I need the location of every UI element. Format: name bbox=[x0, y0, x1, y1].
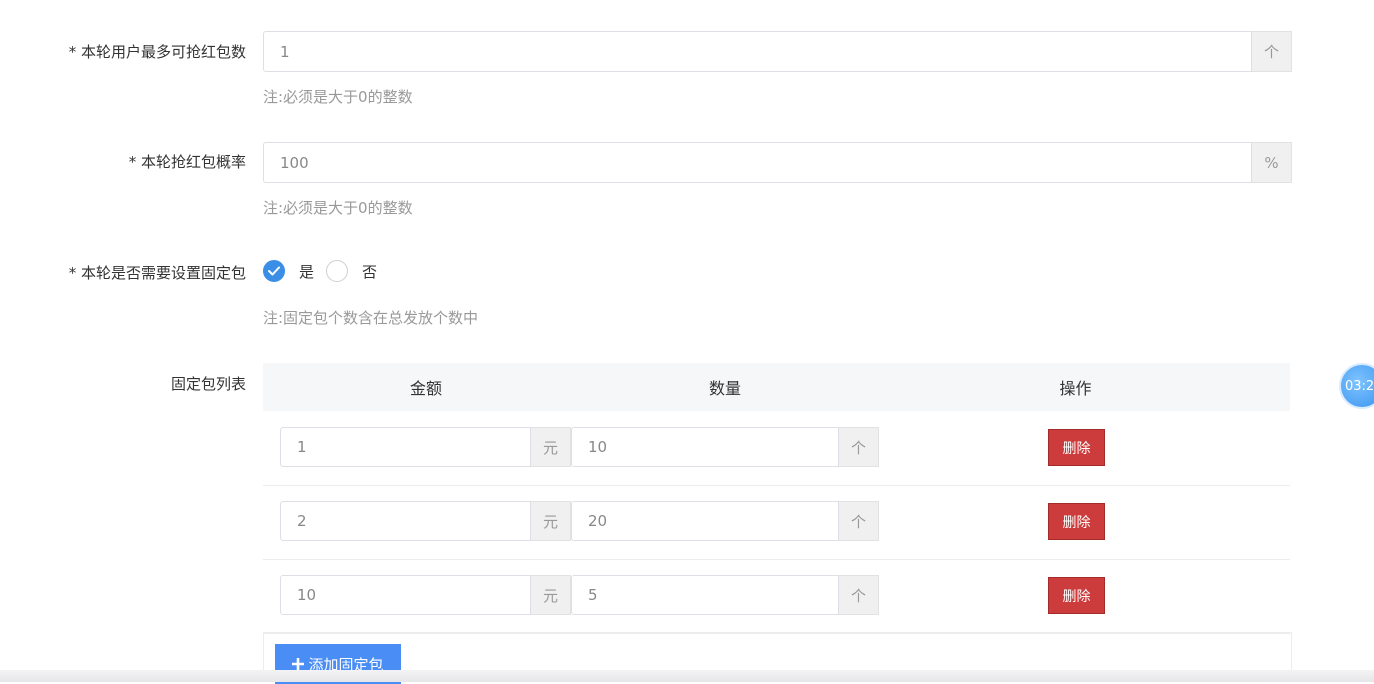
timer-text: 03:21 bbox=[1345, 378, 1374, 394]
delete-button[interactable]: 删除 bbox=[1048, 429, 1105, 466]
radio-no[interactable] bbox=[326, 260, 349, 282]
fixed-list-label: 固定包列表 bbox=[170, 375, 246, 393]
plus-icon bbox=[292, 658, 305, 670]
count-input-group: 5 个 bbox=[571, 575, 879, 615]
probability-input[interactable]: 100 bbox=[263, 142, 1252, 183]
amount-input[interactable]: 2 bbox=[280, 501, 531, 541]
fixed-packet-radio-group: 是 否 bbox=[263, 259, 389, 283]
radio-yes-label[interactable]: 是 bbox=[299, 261, 314, 282]
amount-unit: 元 bbox=[531, 427, 571, 467]
probability-label: * 本轮抢红包概率 bbox=[128, 153, 246, 171]
fixed-packet-label: * 本轮是否需要设置固定包 bbox=[68, 264, 246, 282]
column-header-actions: 操作 bbox=[1059, 379, 1092, 398]
probability-input-group: 100 % bbox=[263, 142, 1292, 183]
amount-unit: 元 bbox=[531, 501, 571, 541]
table-row: 10 元 5 个 删除 bbox=[263, 559, 1290, 634]
count-input[interactable]: 20 bbox=[571, 501, 839, 541]
max-grabs-hint: 注:必须是大于0的整数 bbox=[263, 88, 413, 106]
count-input[interactable]: 10 bbox=[571, 427, 839, 467]
max-grabs-unit: 个 bbox=[1252, 31, 1292, 72]
max-grabs-input-group: 1 个 bbox=[263, 31, 1292, 72]
column-header-amount: 金额 bbox=[409, 379, 442, 398]
count-unit: 个 bbox=[839, 575, 879, 615]
count-unit: 个 bbox=[839, 501, 879, 541]
fixed-list-table: 金额 数量 操作 1 元 10 个 删除 2 元 20 个 删除 10 元 5 … bbox=[263, 363, 1290, 634]
radio-no-label[interactable]: 否 bbox=[362, 261, 377, 282]
table-row: 2 元 20 个 删除 bbox=[263, 485, 1290, 560]
floating-timer[interactable]: 03:21 bbox=[1339, 363, 1374, 409]
count-input-group: 10 个 bbox=[571, 427, 879, 467]
table-row: 1 元 10 个 删除 bbox=[263, 411, 1290, 486]
amount-input-group: 2 元 bbox=[280, 501, 571, 541]
max-grabs-label: * 本轮用户最多可抢红包数 bbox=[68, 43, 246, 61]
amount-input-group: 1 元 bbox=[280, 427, 571, 467]
delete-button[interactable]: 删除 bbox=[1048, 503, 1105, 540]
radio-yes[interactable] bbox=[263, 260, 285, 282]
bottom-scroll-bar bbox=[0, 670, 1374, 682]
count-input-group: 20 个 bbox=[571, 501, 879, 541]
count-input[interactable]: 5 bbox=[571, 575, 839, 615]
probability-hint: 注:必须是大于0的整数 bbox=[263, 199, 413, 217]
amount-input[interactable]: 1 bbox=[280, 427, 531, 467]
max-grabs-input[interactable]: 1 bbox=[263, 31, 1252, 72]
table-header: 金额 数量 操作 bbox=[263, 363, 1290, 411]
amount-input[interactable]: 10 bbox=[280, 575, 531, 615]
count-unit: 个 bbox=[839, 427, 879, 467]
amount-input-group: 10 元 bbox=[280, 575, 571, 615]
fixed-packet-hint: 注:固定包个数含在总发放个数中 bbox=[263, 309, 479, 327]
amount-unit: 元 bbox=[531, 575, 571, 615]
check-icon bbox=[268, 266, 280, 276]
column-header-count: 数量 bbox=[708, 379, 741, 398]
delete-button[interactable]: 删除 bbox=[1048, 577, 1105, 614]
probability-unit: % bbox=[1252, 142, 1292, 183]
